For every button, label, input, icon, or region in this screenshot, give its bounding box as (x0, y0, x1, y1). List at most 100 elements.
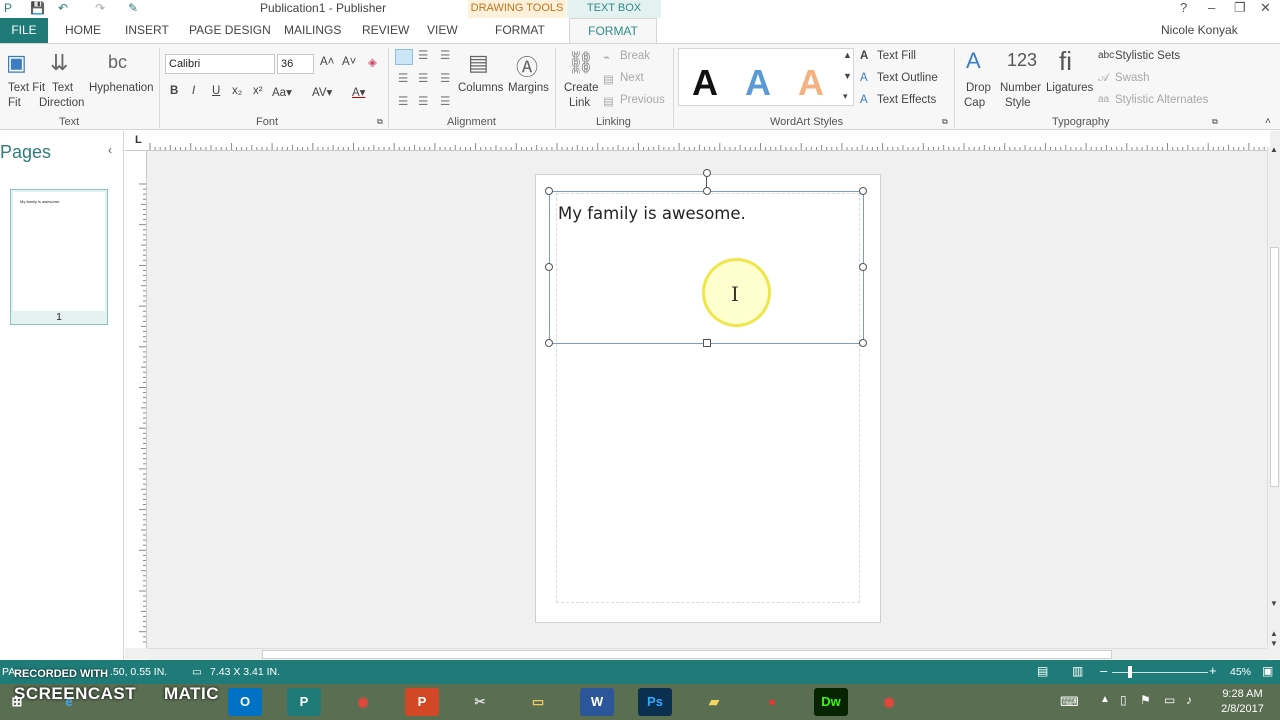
gallery-scroll-down-icon[interactable]: ▼ (843, 71, 852, 81)
wordart-dialog-launcher-icon[interactable]: ⧉ (942, 117, 948, 127)
redo-icon[interactable]: ↷ (95, 1, 105, 15)
horizontal-scroll-thumb[interactable] (262, 650, 1112, 659)
publisher-app-icon[interactable]: P (4, 1, 12, 15)
zoom-out-icon[interactable]: – (1100, 663, 1107, 678)
hyphenation-button[interactable]: Hyphenation (89, 82, 154, 94)
show-hidden-icons-icon[interactable]: ▲ (1100, 694, 1110, 705)
battery-icon[interactable]: ▯ (1120, 693, 1127, 707)
collapse-ribbon-icon[interactable]: ˄ (1265, 116, 1271, 127)
font-size-select[interactable]: 36 (277, 54, 314, 74)
resize-handle-bottom-right[interactable] (859, 339, 867, 347)
restore-icon[interactable]: ❐ (1234, 0, 1246, 16)
keyboard-icon[interactable]: ⌨ (1060, 694, 1079, 710)
zoom-level[interactable]: 45% (1230, 666, 1251, 678)
tab-format-drawing[interactable]: FORMAT (495, 23, 545, 37)
ligatures-button[interactable]: Ligatures (1046, 82, 1093, 94)
number-style-button[interactable]: Number (1000, 82, 1041, 94)
align-top-left-icon[interactable] (395, 49, 413, 65)
underline-icon[interactable]: U (212, 85, 220, 97)
dreamweaver-icon[interactable]: Dw (814, 688, 848, 716)
text-box-content[interactable]: My family is awesome. (558, 204, 746, 223)
text-fit-button-line2[interactable]: Fit (8, 97, 21, 109)
create-link-button-line2[interactable]: Link (569, 97, 590, 109)
resize-handle-bottom[interactable] (703, 339, 711, 347)
outlook-icon[interactable]: O (228, 688, 262, 716)
tab-view[interactable]: VIEW (427, 23, 458, 37)
gallery-scroll-up-icon[interactable]: ▲ (843, 50, 852, 60)
drop-cap-button[interactable]: Drop (966, 82, 991, 94)
align-top-right-icon[interactable]: ☰ (440, 48, 450, 62)
clear-formatting-icon[interactable]: ◈ (368, 55, 377, 69)
next-button[interactable]: Next (620, 72, 644, 84)
gallery-more-icon[interactable]: ▾ (843, 91, 848, 102)
tab-home[interactable]: HOME (65, 23, 101, 37)
resize-handle-top-left[interactable] (545, 187, 553, 195)
publisher-taskbar-icon[interactable]: P (287, 688, 321, 716)
number-style-button-line2[interactable]: Style (1005, 97, 1031, 109)
help-icon[interactable]: ? (1180, 0, 1187, 15)
change-case-icon[interactable]: Aa▾ (272, 85, 292, 99)
wordart-style-black[interactable]: A (692, 62, 718, 104)
record-icon[interactable]: ● (755, 688, 789, 716)
tab-review[interactable]: REVIEW (362, 23, 409, 37)
resize-handle-top[interactable] (703, 187, 711, 195)
margins-button[interactable]: Margins (508, 82, 549, 94)
text-outline-button[interactable]: Text Outline (877, 72, 938, 84)
powerpoint-icon[interactable]: P (405, 688, 439, 716)
columns-button[interactable]: Columns (458, 82, 503, 94)
wordart-style-orange[interactable]: A (798, 62, 824, 104)
internet-explorer-icon[interactable]: e (52, 688, 86, 716)
tab-file[interactable]: FILE (0, 18, 48, 43)
two-page-view-icon[interactable]: ▥ (1072, 664, 1083, 678)
tab-page-design[interactable]: PAGE DESIGN (189, 23, 271, 37)
align-bottom-right-icon[interactable]: ☰ (440, 94, 450, 108)
page-thumbnail[interactable]: My family is awesome. 1 (10, 189, 108, 325)
font-family-select[interactable]: Calibri (165, 54, 275, 74)
collapse-pages-icon[interactable]: ‹ (108, 143, 112, 157)
tab-selector[interactable]: L (135, 134, 142, 146)
text-box[interactable]: My family is awesome. (549, 191, 864, 344)
horizontal-ruler[interactable]: L (125, 131, 1270, 151)
subscript-icon[interactable]: x₂ (232, 85, 242, 97)
tab-format-textbox[interactable]: FORMAT (569, 18, 657, 44)
start-button-icon[interactable]: ⊞ (0, 688, 34, 716)
zoom-slider[interactable] (1112, 672, 1208, 673)
resize-handle-bottom-left[interactable] (545, 339, 553, 347)
network-icon[interactable]: ⚑ (1140, 693, 1151, 707)
volume-icon[interactable]: ♪ (1186, 693, 1192, 707)
tab-mailings[interactable]: MAILINGS (284, 23, 341, 37)
word-icon[interactable]: W (580, 688, 614, 716)
bold-icon[interactable]: B (170, 85, 178, 97)
undo-icon[interactable]: ↶ (58, 1, 68, 15)
break-button[interactable]: Break (620, 50, 650, 62)
create-link-button[interactable]: Create (564, 82, 599, 94)
zoom-slider-thumb[interactable] (1128, 666, 1132, 678)
font-color-icon[interactable]: A▾ (352, 85, 365, 99)
rotation-handle[interactable] (703, 169, 711, 177)
user-name[interactable]: Nicole Konyak (1161, 23, 1238, 37)
font-dialog-launcher-icon[interactable]: ⧉ (377, 117, 383, 127)
align-middle-right-icon[interactable]: ☰ (440, 71, 450, 85)
text-fill-button[interactable]: Text Fill (877, 50, 916, 62)
drop-cap-button-line2[interactable]: Cap (964, 97, 985, 109)
scroll-down-icon[interactable]: ▼ (1270, 599, 1278, 608)
format-painter-icon[interactable]: ✎ (128, 1, 138, 15)
wordart-style-blue[interactable]: A (745, 62, 771, 104)
grow-font-icon[interactable]: A˄ (320, 56, 334, 68)
next-page-icon[interactable]: ▼ (1270, 639, 1278, 648)
vertical-scrollbar[interactable]: ▲ ▼ ▲ ▼ (1267, 145, 1280, 648)
typography-dialog-launcher-icon[interactable]: ⧉ (1212, 117, 1218, 127)
align-bottom-left-icon[interactable]: ☰ (398, 94, 408, 108)
italic-icon[interactable]: I (192, 85, 195, 97)
fit-page-icon[interactable]: ▣ (1262, 664, 1273, 678)
horizontal-scrollbar[interactable] (147, 648, 1267, 660)
text-direction-button-line2[interactable]: Direction (39, 97, 84, 109)
align-top-center-icon[interactable]: ☰ (418, 48, 428, 62)
previous-button[interactable]: Previous (620, 94, 665, 106)
align-bottom-center-icon[interactable]: ☰ (418, 94, 428, 108)
action-center-icon[interactable]: ▭ (1164, 693, 1175, 707)
chrome-icon[interactable]: ◉ (346, 688, 380, 716)
resize-handle-top-right[interactable] (859, 187, 867, 195)
text-fit-button[interactable]: Text Fit (8, 82, 45, 94)
minimize-icon[interactable]: – (1208, 0, 1215, 15)
